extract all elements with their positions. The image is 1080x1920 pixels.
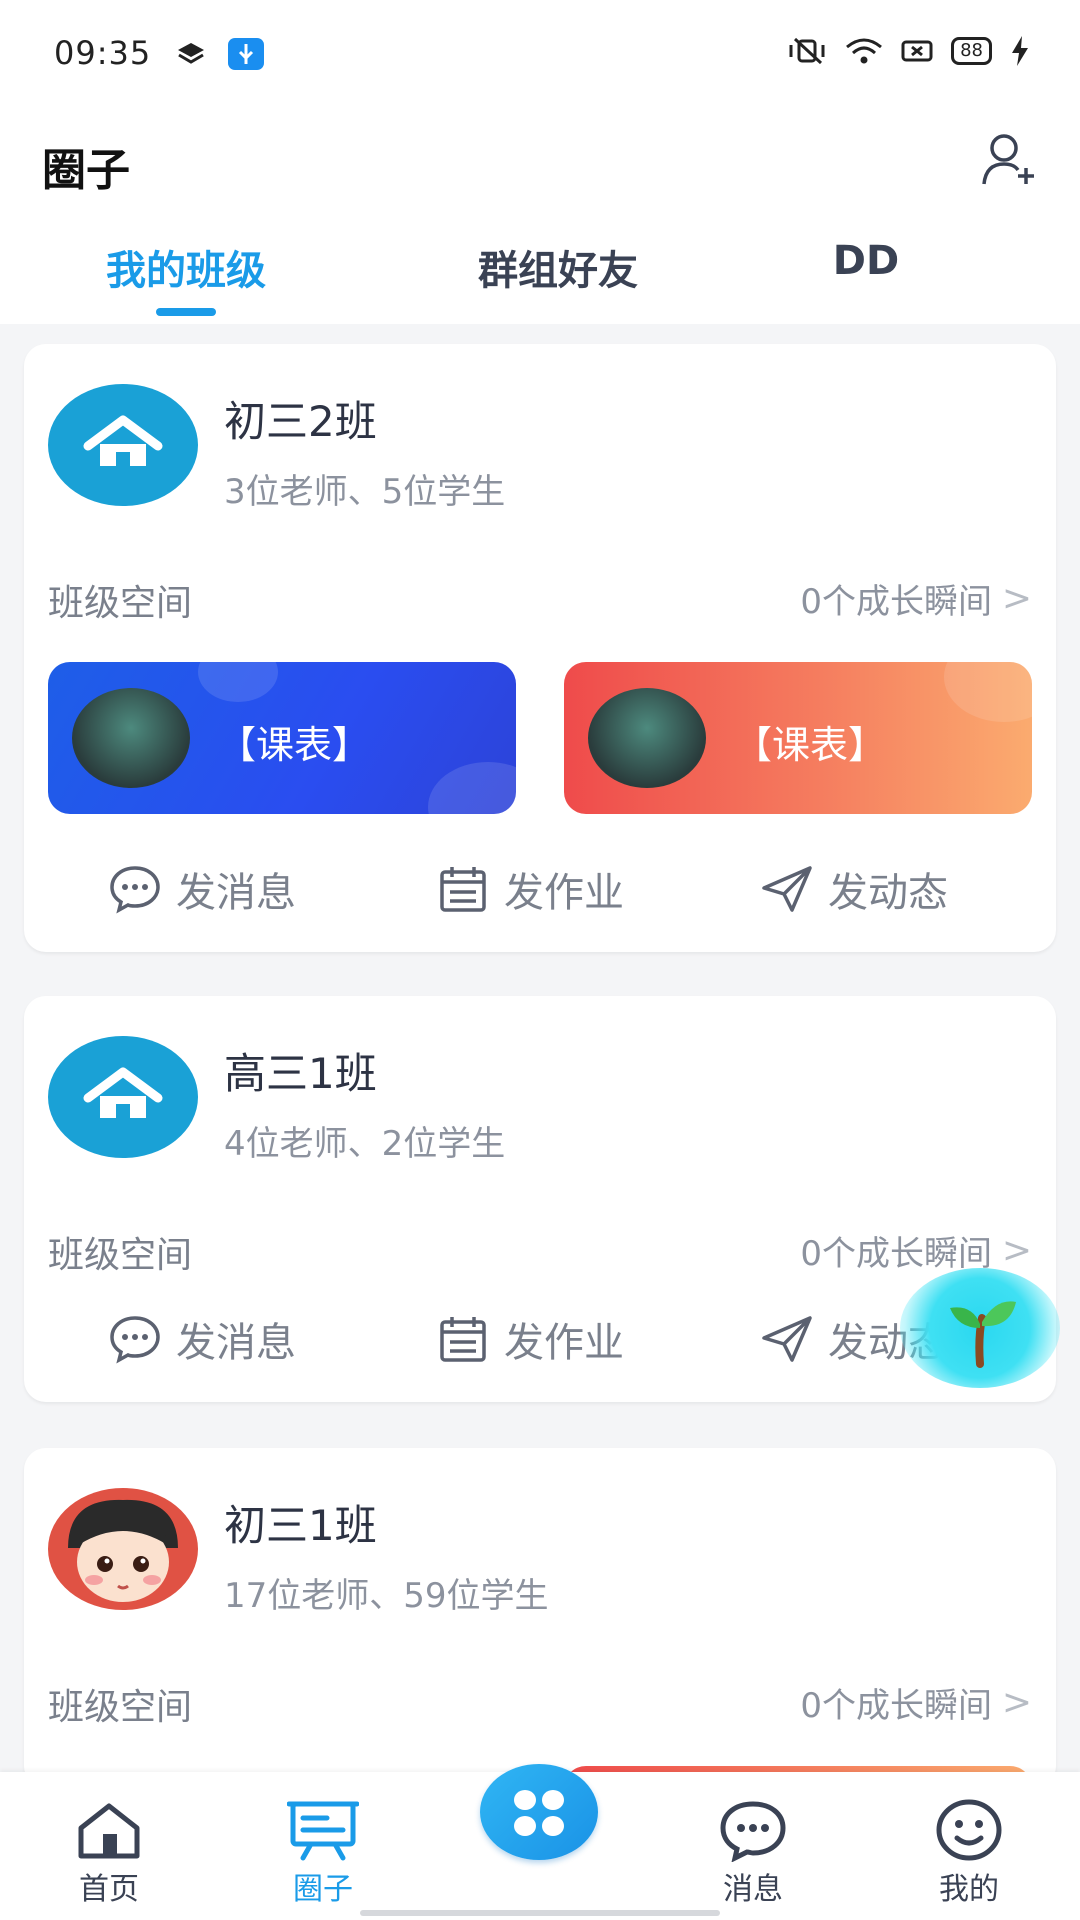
- cartoon-face-icon: [68, 1499, 178, 1602]
- class-actions: 发消息 发作业 发动态: [24, 860, 1056, 920]
- status-time: 09:35: [54, 34, 152, 72]
- banner-photo: [72, 688, 190, 788]
- nav-messages[interactable]: 消息: [688, 1798, 818, 1908]
- class-space-row[interactable]: 班级空间 0个成长瞬间 >: [48, 1678, 1032, 1728]
- class-space-label: 班级空间: [48, 1235, 193, 1276]
- class-avatar: [48, 1036, 198, 1158]
- nav-home[interactable]: 首页: [44, 1798, 174, 1908]
- nav-profile-label: 我的: [939, 1872, 999, 1907]
- send-message-button[interactable]: 发消息: [108, 860, 296, 918]
- calendar-icon: [440, 1317, 486, 1362]
- class-space-row[interactable]: 班级空间 0个成长瞬间 >: [48, 574, 1032, 624]
- chat-bubble-icon: [110, 1316, 160, 1364]
- vibrate-icon: [789, 37, 825, 65]
- nav-circle-label: 圈子: [293, 1872, 353, 1907]
- nav-profile[interactable]: 我的: [904, 1798, 1034, 1908]
- banner-decoration: [944, 662, 1032, 722]
- usb-icon: [228, 38, 264, 70]
- nav-apps-button[interactable]: [480, 1764, 598, 1860]
- calendar-icon: [440, 867, 486, 912]
- paper-plane-icon: [762, 1316, 812, 1362]
- growth-moments: 0个成长瞬间: [800, 1686, 992, 1726]
- add-friend-icon[interactable]: [980, 130, 1040, 190]
- banner-decoration: [428, 762, 516, 814]
- status-bar: 09:35 88: [0, 0, 1080, 108]
- post-update-label: 发动态: [828, 870, 948, 916]
- banner-photo: [588, 688, 706, 788]
- layers-icon: [178, 43, 204, 64]
- chevron-right-icon: >: [1001, 1230, 1032, 1271]
- home-indicator[interactable]: [360, 1910, 720, 1916]
- class-space-label: 班级空间: [48, 1687, 193, 1728]
- schedule-banner-blue[interactable]: 【课表】: [48, 662, 516, 814]
- class-name: 初三2班: [224, 397, 377, 446]
- home-icon: [78, 1803, 140, 1859]
- bottom-nav: 首页 圈子 消息 我的: [0, 1764, 1080, 1920]
- growth-sprout-button[interactable]: [900, 1268, 1060, 1388]
- tab-bar: 我的班级 群组好友 DD: [0, 238, 1080, 324]
- send-homework-button[interactable]: 发作业: [436, 860, 624, 918]
- growth-moments: 0个成长瞬间: [800, 582, 992, 622]
- house-icon: [83, 415, 163, 466]
- send-homework-label: 发作业: [504, 870, 624, 916]
- class-avatar-cartoon: [48, 1488, 198, 1610]
- wifi-icon: [846, 38, 883, 64]
- message-icon: [720, 1801, 786, 1862]
- send-message-button[interactable]: 发消息: [108, 1310, 296, 1368]
- chevron-right-icon: >: [1001, 578, 1032, 619]
- class-card[interactable]: 初三1班 17位老师、59位学生 班级空间 0个成长瞬间 >: [24, 1448, 1056, 1788]
- house-icon: [83, 1067, 163, 1118]
- class-name: 高三1班: [224, 1049, 377, 1098]
- banner-decoration: [198, 662, 278, 702]
- charging-icon: [1012, 36, 1028, 66]
- class-members: 3位老师、5位学生: [224, 472, 506, 512]
- send-message-label: 发消息: [176, 870, 296, 916]
- send-homework-label: 发作业: [504, 1320, 624, 1366]
- post-update-button[interactable]: 发动态: [760, 860, 948, 918]
- class-members: 17位老师、59位学生: [224, 1576, 549, 1616]
- nav-messages-label: 消息: [723, 1872, 783, 1907]
- nav-home-label: 首页: [79, 1872, 139, 1907]
- send-message-label: 发消息: [176, 1320, 296, 1366]
- tab-my-classes[interactable]: 我的班级: [56, 238, 316, 296]
- nav-circle[interactable]: 圈子: [258, 1798, 388, 1908]
- apps-icon: [514, 1790, 564, 1836]
- send-homework-button[interactable]: 发作业: [436, 1310, 624, 1368]
- page-header: 圈子 我的班级 群组好友 DD: [0, 108, 1080, 324]
- banner-title: 【课表】: [218, 723, 371, 767]
- class-name: 初三1班: [224, 1501, 377, 1550]
- chat-bubble-icon: [110, 866, 160, 914]
- tab-indicator: [156, 308, 216, 316]
- chevron-right-icon: >: [1001, 1682, 1032, 1723]
- banner-title: 【课表】: [734, 723, 887, 767]
- class-space-label: 班级空间: [48, 583, 193, 624]
- circle-board-icon: [287, 1801, 359, 1861]
- growth-moments: 0个成长瞬间: [800, 1234, 992, 1274]
- sprout-icon: [950, 1301, 1016, 1368]
- paper-plane-icon: [762, 866, 812, 912]
- class-card[interactable]: 初三2班 3位老师、5位学生 班级空间 0个成长瞬间 > 【课表】 【课表】 发…: [24, 344, 1056, 952]
- sim-card-icon: [901, 40, 933, 62]
- tab-groups-friends[interactable]: 群组好友: [428, 238, 688, 296]
- class-members: 4位老师、2位学生: [224, 1124, 506, 1164]
- class-space-row[interactable]: 班级空间 0个成长瞬间 >: [48, 1226, 1032, 1276]
- battery-level: 88: [951, 37, 992, 65]
- profile-icon: [936, 1799, 1002, 1861]
- class-avatar: [48, 384, 198, 506]
- schedule-banner-orange[interactable]: 【课表】: [564, 662, 1032, 814]
- tab-dd[interactable]: DD: [736, 238, 996, 284]
- page-title: 圈子: [42, 145, 130, 196]
